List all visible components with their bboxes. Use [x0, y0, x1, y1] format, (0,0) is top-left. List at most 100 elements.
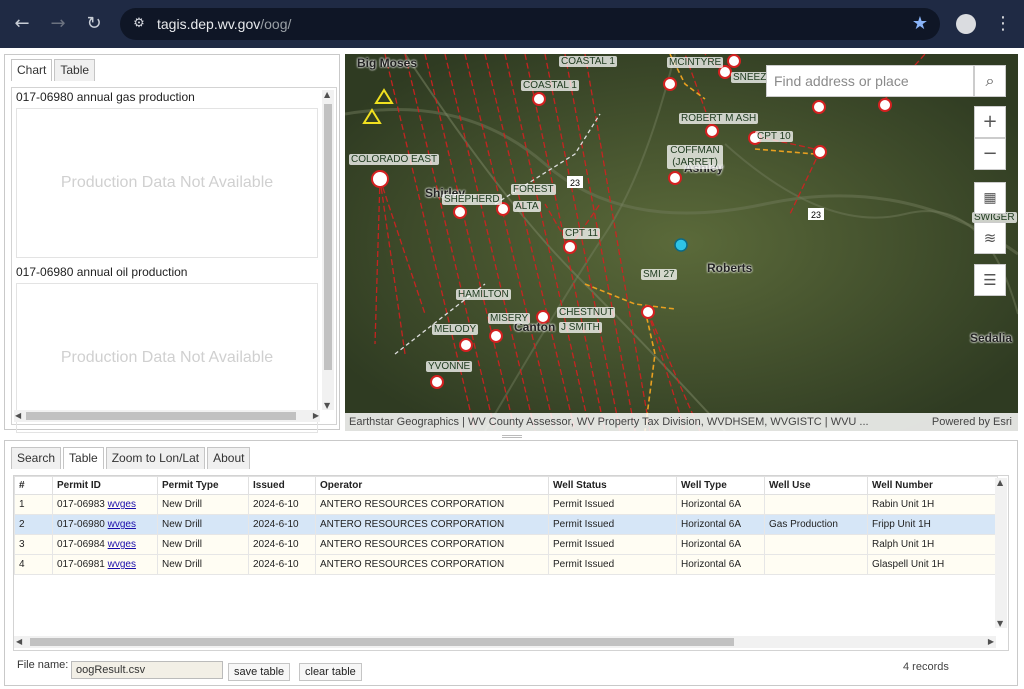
well-label[interactable]: HAMILTON [456, 289, 511, 300]
well-label[interactable]: COASTAL 1 [559, 56, 617, 67]
cell-operator: ANTERO RESOURCES CORPORATION [315, 554, 549, 575]
well-label[interactable]: ALTA [513, 201, 541, 212]
tab-about[interactable]: About [207, 447, 251, 469]
map-view[interactable]: 23 23 Big Moses Shirley Ashley Roberts C… [345, 54, 1018, 431]
well-label[interactable]: CPT 11 [563, 228, 600, 239]
table-horizontal-scrollbar[interactable]: ◀ ▶ [14, 636, 996, 648]
reload-icon[interactable]: ↻ [80, 10, 108, 38]
well-label[interactable]: SHEPHERD [442, 194, 502, 205]
chart-horizontal-scrollbar[interactable]: ◀ ▶ [14, 410, 320, 422]
zoom-in-icon[interactable]: + [974, 106, 1006, 138]
cell-permit-id: 017-06980 wvges [52, 514, 158, 535]
tab-table[interactable]: Table [54, 59, 96, 81]
table-row[interactable]: 1 017-06983 wvges New Drill 2024-6-10 AN… [14, 494, 998, 515]
save-table-button[interactable]: save table [228, 663, 291, 681]
tab-table[interactable]: Table [63, 447, 104, 469]
well-label[interactable]: COFFMAN (JARRET) [667, 145, 723, 169]
scroll-left-icon[interactable]: ◀ [15, 411, 21, 420]
permit-id-text: 017-06983 [57, 499, 105, 510]
browser-menu-icon[interactable]: ⋮ [994, 10, 1012, 38]
file-name-input[interactable] [71, 661, 223, 679]
well-label[interactable]: MISERY [488, 313, 531, 324]
cell-permit-type: New Drill [157, 514, 249, 535]
wvges-link[interactable]: wvges [108, 539, 136, 550]
well-label[interactable]: YVONNE [426, 361, 473, 372]
cell-type: Horizontal 6A [676, 534, 765, 555]
zoom-out-icon[interactable]: − [974, 138, 1006, 170]
wvges-link[interactable]: wvges [108, 519, 136, 530]
scroll-up-icon[interactable]: ▲ [324, 90, 330, 99]
table-hscroll-thumb[interactable] [30, 638, 734, 646]
table-row[interactable]: 4 017-06981 wvges New Drill 2024-6-10 AN… [14, 554, 998, 575]
well-label[interactable]: ROBERT M ASH [679, 113, 759, 124]
scroll-down-icon[interactable]: ▼ [997, 619, 1003, 628]
tab-zoom-lonlat[interactable]: Zoom to Lon/Lat [105, 447, 206, 469]
well-label[interactable]: COASTAL 1 [521, 80, 579, 91]
col-header[interactable]: Well Type [676, 476, 765, 495]
back-arrow-icon[interactable]: ← [8, 10, 36, 38]
qr-grid-icon[interactable]: ▦ [974, 182, 1006, 214]
well-label[interactable]: SMI 27 [641, 269, 677, 280]
site-info-icon[interactable]: ⚙ [130, 15, 148, 33]
col-header[interactable]: Issued [248, 476, 316, 495]
cell-issued: 2024-6-10 [248, 514, 316, 535]
gas-chart-title: 017-06980 annual gas production [16, 90, 195, 104]
tab-search[interactable]: Search [11, 447, 62, 469]
svg-text:23: 23 [811, 210, 821, 220]
browser-toolbar: ← → ↻ ⚙ tagis.dep.wv.gov/oog/ ★ ⋮ [0, 0, 1024, 48]
chart-vertical-scrollbar[interactable]: ▲ ▼ [322, 90, 334, 410]
cell-permit-id: 017-06981 wvges [52, 554, 158, 575]
cell-status: Permit Issued [548, 554, 677, 575]
col-header[interactable]: Well Number [867, 476, 998, 495]
well-label[interactable]: COLORADO EAST [349, 154, 440, 165]
col-header[interactable]: Permit Type [157, 476, 249, 495]
cell-type: Horizontal 6A [676, 494, 765, 515]
panel-splitter-handle[interactable] [502, 435, 522, 438]
table-vertical-scrollbar[interactable]: ▲ ▼ [995, 478, 1007, 628]
address-bar[interactable]: ⚙ tagis.dep.wv.gov/oog/ ★ [120, 8, 940, 40]
scroll-right-icon[interactable]: ▶ [313, 411, 319, 420]
well-label[interactable]: SNEEZ [731, 72, 769, 83]
well-label[interactable]: MCINTYRE [667, 57, 724, 68]
powered-by-esri[interactable]: Powered by Esri [932, 413, 1012, 431]
layers-icon[interactable]: ≋ [974, 222, 1006, 254]
scroll-right-icon[interactable]: ▶ [988, 637, 994, 646]
wvges-link[interactable]: wvges [108, 499, 136, 510]
chart-hscroll-thumb[interactable] [26, 412, 296, 420]
scroll-down-icon[interactable]: ▼ [324, 401, 330, 410]
wvges-link[interactable]: wvges [108, 559, 136, 570]
legend-list-icon[interactable]: ☰ [974, 264, 1006, 296]
col-header[interactable]: Well Use [764, 476, 868, 495]
cell-type: Horizontal 6A [676, 514, 765, 535]
well-label[interactable]: CPT 10 [755, 131, 793, 142]
cell-number: 2 [14, 514, 53, 535]
cell-use: Gas Production [764, 514, 868, 535]
gas-chart: Production Data Not Available [16, 108, 318, 258]
bookmark-star-icon[interactable]: ★ [912, 13, 928, 34]
chart-vscroll-thumb[interactable] [324, 104, 332, 370]
scroll-up-icon[interactable]: ▲ [997, 478, 1003, 487]
cell-permit-type: New Drill [157, 494, 249, 515]
well-label[interactable]: J SMITH [559, 322, 602, 333]
col-header[interactable]: # [14, 476, 53, 495]
place-label-big-moses: Big Moses [357, 56, 418, 70]
well-label[interactable]: MELODY [432, 324, 479, 335]
table-row[interactable]: 3 017-06984 wvges New Drill 2024-6-10 AN… [14, 534, 998, 555]
map-search-box[interactable] [766, 65, 974, 97]
col-header[interactable]: Well Status [548, 476, 677, 495]
profile-avatar-icon[interactable] [956, 14, 976, 34]
col-header[interactable]: Permit ID [52, 476, 158, 495]
clear-table-button[interactable]: clear table [299, 663, 362, 681]
tab-chart[interactable]: Chart [11, 59, 53, 81]
forward-arrow-icon[interactable]: → [44, 10, 72, 38]
scroll-left-icon[interactable]: ◀ [16, 637, 22, 646]
cell-well-number: Ralph Unit 1H [867, 534, 998, 555]
search-icon[interactable]: ⌕ [974, 65, 1006, 97]
map-imagery: 23 23 [345, 54, 1018, 431]
table-row-selected[interactable]: 2 017-06980 wvges New Drill 2024-6-10 AN… [14, 514, 998, 535]
well-label[interactable]: FOREST [511, 184, 556, 195]
map-search-input[interactable] [767, 66, 973, 96]
well-label[interactable]: CHESTNUT [557, 307, 616, 318]
col-header[interactable]: Operator [315, 476, 549, 495]
cell-well-number: Fripp Unit 1H [867, 514, 998, 535]
